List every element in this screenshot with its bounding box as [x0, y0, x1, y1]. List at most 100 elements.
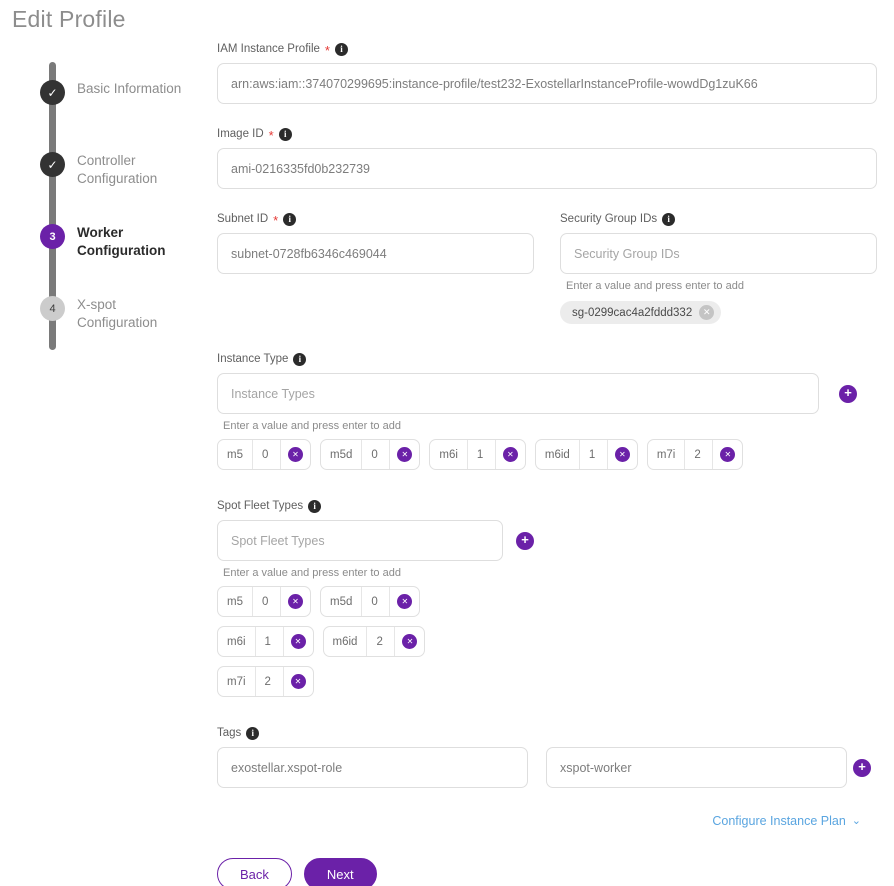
worker-configuration-form: IAM Instance Profile * i Image ID * i Su…: [217, 42, 877, 886]
info-icon[interactable]: i: [335, 43, 348, 56]
chip-value[interactable]: 0: [253, 587, 281, 616]
chip-remove-cell: ✕: [284, 627, 313, 656]
chip-value[interactable]: 0: [362, 587, 390, 616]
chip-value[interactable]: 2: [685, 440, 713, 469]
label-instance-type: Instance Type i: [217, 352, 877, 366]
helper-instance-type: Enter a value and press enter to add: [223, 420, 877, 432]
edit-profile-page: Edit Profile ✓ Basic Information ✓ Contr…: [0, 0, 894, 886]
chip-remove-cell: ✕: [390, 587, 419, 616]
chip-name: m7i: [648, 440, 686, 469]
close-icon[interactable]: ✕: [615, 447, 630, 462]
chip-value[interactable]: 1: [468, 440, 496, 469]
label-image-id: Image ID * i: [217, 127, 877, 141]
close-icon[interactable]: ✕: [503, 447, 518, 462]
label-iam-instance-profile: IAM Instance Profile * i: [217, 42, 877, 56]
security-group-tag-label: sg-0299cac4a2fddd332: [572, 307, 692, 319]
configure-instance-plan-label: Configure Instance Plan: [712, 814, 845, 828]
chip-value[interactable]: 1: [580, 440, 608, 469]
iam-instance-profile-input[interactable]: [217, 63, 877, 104]
required-asterisk: *: [325, 46, 330, 56]
instance-type-input-row: +: [217, 373, 877, 414]
chip-remove-cell: ✕: [284, 667, 313, 696]
close-icon[interactable]: ✕: [699, 305, 714, 320]
chip-value[interactable]: 0: [253, 440, 281, 469]
chip-remove-cell: ✕: [390, 440, 419, 469]
tag-value-input[interactable]: [546, 747, 847, 788]
chip-name: m6id: [536, 440, 580, 469]
chip-value[interactable]: 2: [367, 627, 395, 656]
instance-type-chip: m7i 2 ✕: [647, 439, 744, 470]
label-text: IAM Instance Profile: [217, 42, 320, 56]
add-instance-type-button[interactable]: +: [839, 385, 857, 403]
close-icon[interactable]: ✕: [397, 594, 412, 609]
chip-remove-cell: ✕: [281, 440, 310, 469]
stepper-step-xspot-configuration[interactable]: 4 X-spot Configuration: [42, 296, 202, 368]
spot-fleet-types-input-row: +: [217, 520, 877, 561]
stepper-step-controller-configuration[interactable]: ✓ Controller Configuration: [42, 152, 202, 224]
chip-remove-cell: ✕: [496, 440, 525, 469]
check-icon: ✓: [40, 80, 65, 105]
label-spot-fleet-types: Spot Fleet Types i: [217, 499, 877, 513]
instance-type-chip: m6i 1 ✕: [429, 439, 526, 470]
field-group-image-id: Image ID * i: [217, 127, 877, 189]
instance-type-chip-list: m5 0 ✕ m5d 0 ✕ m6i 1 ✕: [217, 439, 857, 470]
close-icon[interactable]: ✕: [291, 634, 306, 649]
required-asterisk: *: [269, 131, 274, 141]
label-tags: Tags i: [217, 726, 877, 740]
spot-fleet-types-chip-list: m5 0 ✕ m5d 0 ✕ m6i 1 ✕: [217, 586, 507, 697]
add-spot-fleet-type-button[interactable]: +: [516, 532, 534, 550]
close-icon[interactable]: ✕: [402, 634, 417, 649]
page-title: Edit Profile: [12, 6, 126, 33]
chip-name: m5d: [321, 587, 362, 616]
spot-fleet-types-input[interactable]: [217, 520, 503, 561]
security-group-ids-input[interactable]: [560, 233, 877, 274]
chip-name: m7i: [218, 667, 256, 696]
chip-value[interactable]: 0: [362, 440, 390, 469]
chip-value[interactable]: 2: [256, 667, 284, 696]
chip-name: m6i: [218, 627, 256, 656]
label-text: Security Group IDs: [560, 212, 657, 226]
instance-type-input[interactable]: [217, 373, 819, 414]
spot-fleet-type-chip: m6id 2 ✕: [323, 626, 426, 657]
next-button[interactable]: Next: [304, 858, 377, 886]
chip-name: m5: [218, 587, 253, 616]
instance-type-chip: m6id 1 ✕: [535, 439, 638, 470]
info-icon[interactable]: i: [308, 500, 321, 513]
helper-security-group-ids: Enter a value and press enter to add: [566, 280, 877, 292]
subnet-id-input[interactable]: [217, 233, 534, 274]
label-text: Image ID: [217, 127, 264, 141]
chip-value[interactable]: 1: [256, 627, 284, 656]
check-icon: ✓: [40, 152, 65, 177]
tag-key-input[interactable]: [217, 747, 528, 788]
close-icon[interactable]: ✕: [720, 447, 735, 462]
field-group-tags: Tags i +: [217, 726, 877, 788]
info-icon[interactable]: i: [279, 128, 292, 141]
field-group-iam-instance-profile: IAM Instance Profile * i: [217, 42, 877, 104]
image-id-input[interactable]: [217, 148, 877, 189]
stepper-label-basic-information: Basic Information: [77, 80, 181, 98]
stepper-step-basic-information[interactable]: ✓ Basic Information: [42, 80, 202, 152]
field-group-instance-type: Instance Type i + Enter a value and pres…: [217, 352, 877, 470]
stepper-step-worker-configuration[interactable]: 3 Worker Configuration: [42, 224, 202, 296]
close-icon[interactable]: ✕: [291, 674, 306, 689]
back-button[interactable]: Back: [217, 858, 292, 886]
info-icon[interactable]: i: [283, 213, 296, 226]
chip-remove-cell: ✕: [281, 587, 310, 616]
instance-type-chip: m5 0 ✕: [217, 439, 311, 470]
security-group-tag: sg-0299cac4a2fddd332 ✕: [560, 301, 721, 324]
spot-fleet-type-chip: m5 0 ✕: [217, 586, 311, 617]
close-icon[interactable]: ✕: [288, 594, 303, 609]
chip-remove-cell: ✕: [395, 627, 424, 656]
instance-type-chip: m5d 0 ✕: [320, 439, 420, 470]
add-tag-button[interactable]: +: [853, 759, 871, 777]
info-icon[interactable]: i: [293, 353, 306, 366]
chevron-down-icon: ⌄: [852, 816, 861, 827]
info-icon[interactable]: i: [246, 727, 259, 740]
info-icon[interactable]: i: [662, 213, 675, 226]
stepper-label-worker-configuration: Worker Configuration: [77, 224, 187, 260]
chip-name: m6i: [430, 440, 468, 469]
configure-instance-plan-link[interactable]: Configure Instance Plan ⌄: [712, 814, 861, 828]
required-asterisk: *: [273, 216, 278, 226]
close-icon[interactable]: ✕: [397, 447, 412, 462]
close-icon[interactable]: ✕: [288, 447, 303, 462]
